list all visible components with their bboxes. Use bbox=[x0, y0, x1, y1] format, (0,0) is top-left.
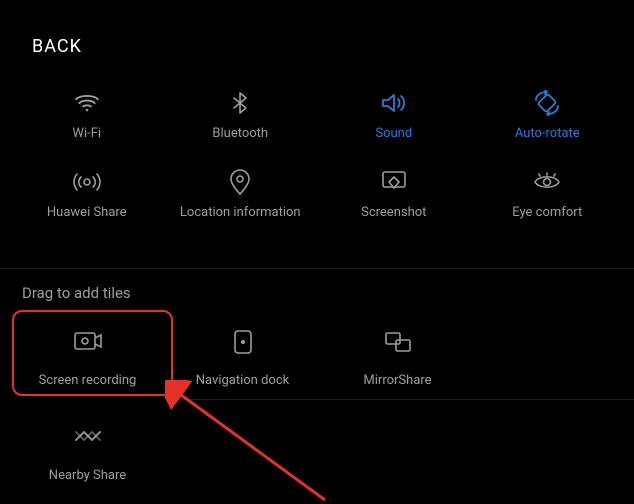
tile-label: Nearby Share bbox=[49, 468, 126, 483]
tile-eyecomfort[interactable]: Eye comfort bbox=[472, 157, 622, 236]
tile-mirrorshare[interactable]: MirrorShare bbox=[320, 313, 475, 402]
bluetooth-icon bbox=[225, 88, 255, 118]
quick-settings-editor: BACK Wi-Fi bbox=[0, 0, 634, 504]
tile-label: Huawei Share bbox=[47, 205, 127, 220]
section-divider-2 bbox=[175, 399, 634, 400]
tile-autorotate[interactable]: Auto-rotate bbox=[472, 78, 622, 157]
tile-huaweishare[interactable]: Huawei Share bbox=[12, 157, 162, 236]
section-divider bbox=[0, 268, 634, 269]
screenrecording-icon bbox=[73, 327, 103, 357]
tile-screenshot[interactable]: Screenshot bbox=[319, 157, 469, 236]
tile-label: Screen recording bbox=[39, 373, 137, 388]
tile-label: MirrorShare bbox=[363, 373, 431, 388]
mirrorshare-icon bbox=[383, 327, 413, 357]
back-button[interactable]: BACK bbox=[32, 36, 82, 57]
nearbyshare-icon bbox=[73, 422, 103, 452]
wifi-icon bbox=[72, 88, 102, 118]
section-title: Drag to add tiles bbox=[22, 284, 131, 302]
tile-screenrecording[interactable]: Screen recording bbox=[10, 313, 165, 402]
eyecomfort-icon bbox=[532, 167, 562, 197]
inactive-row-1: Screen recording Navigation dock MirrorS… bbox=[0, 313, 634, 402]
active-row-2: Huawei Share Location information bbox=[0, 157, 634, 236]
tile-label: Sound bbox=[375, 126, 412, 141]
tile-navdock[interactable]: Navigation dock bbox=[165, 313, 320, 402]
screenshot-icon bbox=[379, 167, 409, 197]
location-icon bbox=[225, 167, 255, 197]
tile-label: Screenshot bbox=[361, 205, 426, 220]
autorotate-icon bbox=[532, 88, 562, 118]
sound-icon bbox=[379, 88, 409, 118]
tile-label: Auto-rotate bbox=[515, 126, 580, 141]
tile-label: Bluetooth bbox=[212, 126, 268, 141]
tile-label: Location information bbox=[180, 205, 301, 220]
tile-label: Navigation dock bbox=[196, 373, 289, 388]
tile-label: Eye comfort bbox=[512, 205, 582, 220]
tile-bluetooth[interactable]: Bluetooth bbox=[165, 78, 315, 157]
tile-nearbyshare[interactable]: Nearby Share bbox=[10, 408, 165, 497]
active-row-1: Wi-Fi Bluetooth Sound bbox=[0, 78, 634, 157]
tile-wifi[interactable]: Wi-Fi bbox=[12, 78, 162, 157]
tile-sound[interactable]: Sound bbox=[319, 78, 469, 157]
navdock-icon bbox=[228, 327, 258, 357]
tile-label: Wi-Fi bbox=[72, 126, 101, 141]
huaweishare-icon bbox=[72, 167, 102, 197]
inactive-row-2: Nearby Share bbox=[0, 408, 634, 497]
active-tiles-grid: Wi-Fi Bluetooth Sound bbox=[0, 78, 634, 236]
tile-location[interactable]: Location information bbox=[165, 157, 315, 236]
